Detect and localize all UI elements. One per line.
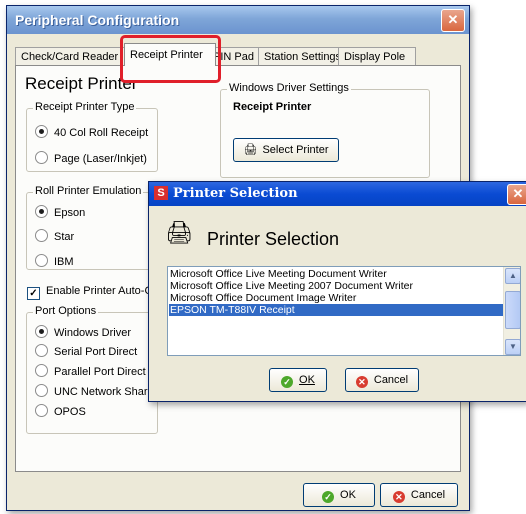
radio-icon [35, 254, 48, 267]
list-item[interactable]: Microsoft Office Live Meeting 2007 Docum… [170, 280, 413, 292]
radio-icon [35, 151, 48, 164]
radio-page-laser-inkjet[interactable]: Page (Laser/Inkjet) [35, 151, 147, 165]
dialog-cancel-button[interactable]: ✕ Cancel [345, 368, 419, 392]
list-item-selected[interactable]: EPSON TM-T88IV Receipt [169, 304, 503, 316]
check-icon: ✓ [322, 491, 335, 503]
group-label: Roll Printer Emulation [33, 185, 144, 197]
windows-driver-settings-group: Windows Driver Settings Receipt Printer … [220, 82, 430, 178]
tab-highlight-ring [120, 35, 221, 83]
radio-ibm[interactable]: IBM [35, 254, 74, 268]
radio-icon [35, 325, 48, 338]
group-label: Windows Driver Settings [227, 82, 351, 94]
check-icon: ✓ [281, 376, 294, 388]
radio-label: 40 Col Roll Receipt [54, 127, 149, 139]
group-label: Receipt Printer Type [33, 101, 137, 113]
button-label: Select Printer [262, 144, 329, 156]
tab-label: Station Settings [264, 51, 342, 63]
cancel-icon: ✕ [355, 376, 368, 388]
select-printer-button[interactable]: 🖨 Select Printer [233, 138, 339, 162]
radio-label: Serial Port Direct [54, 346, 138, 358]
scroll-down-icon[interactable]: ▼ [505, 339, 520, 355]
list-item[interactable]: Microsoft Office Live Meeting Document W… [170, 268, 387, 280]
radio-label: Page (Laser/Inkjet) [54, 153, 147, 165]
printer-selection-dialog: S Printer Selection ✕ 🖨 Printer Selectio… [148, 181, 526, 402]
button-label: OK [299, 374, 315, 386]
app-logo-icon: S [154, 186, 168, 200]
radio-icon [35, 205, 48, 218]
cancel-button[interactable]: ✕ Cancel [380, 483, 458, 507]
dialog-close-icon[interactable]: ✕ [507, 184, 526, 205]
radio-label: Windows Driver [54, 327, 132, 339]
radio-label: Epson [54, 207, 86, 219]
radio-windows-driver[interactable]: Windows Driver [35, 325, 131, 339]
list-item[interactable]: Microsoft Office Document Image Writer [170, 292, 356, 304]
radio-unc-network-share[interactable]: UNC Network Share [35, 384, 154, 398]
radio-icon [35, 229, 48, 242]
radio-icon [35, 384, 48, 397]
printer-icon: 🖨 [243, 144, 258, 156]
button-label: OK [340, 489, 356, 501]
dialog-ok-button[interactable]: ✓ OK [269, 368, 327, 392]
tab-check-card-reader[interactable]: Check/Card Reader [15, 47, 128, 66]
cancel-icon: ✕ [392, 491, 405, 503]
scroll-thumb[interactable] [505, 291, 520, 329]
radio-label: OPOS [54, 406, 86, 418]
dialog-title: Printer Selection [173, 186, 298, 201]
tab-station-settings[interactable]: Station Settings [258, 47, 350, 66]
window-title: Peripheral Configuration [15, 12, 180, 28]
scroll-up-icon[interactable]: ▲ [505, 268, 520, 284]
auto-cut-checkbox[interactable]: ✓ Enable Printer Auto-Cut [27, 285, 162, 300]
dialog-heading: Printer Selection [207, 229, 340, 249]
radio-serial-port-direct[interactable]: Serial Port Direct [35, 344, 137, 358]
radio-star[interactable]: Star [35, 229, 74, 243]
checkbox-label: Enable Printer Auto-Cut [46, 285, 162, 297]
radio-icon [35, 364, 48, 377]
radio-icon [35, 404, 48, 417]
group-label: Port Options [33, 305, 99, 317]
selected-printer-name: Receipt Printer [233, 101, 312, 113]
radio-label: IBM [54, 256, 74, 268]
radio-epson[interactable]: Epson [35, 205, 85, 219]
tab-display-pole[interactable]: Display Pole [338, 47, 416, 66]
radio-40-col-roll-receipt[interactable]: 40 Col Roll Receipt [35, 125, 148, 139]
printer-list[interactable]: Microsoft Office Live Meeting Document W… [167, 266, 521, 356]
dialog-title-bar[interactable]: S Printer Selection ✕ [149, 182, 526, 206]
close-icon[interactable]: ✕ [441, 9, 465, 32]
radio-opos[interactable]: OPOS [35, 404, 86, 418]
printer-heading-icon: 🖨 [165, 220, 193, 245]
ok-button[interactable]: ✓ OK [303, 483, 375, 507]
radio-label: Parallel Port Direct [54, 366, 146, 378]
roll-printer-emulation-group: Roll Printer Emulation Epson Star IBM [26, 185, 158, 270]
list-scrollbar[interactable]: ▲ ▼ [503, 267, 520, 355]
button-label: Cancel [410, 489, 446, 501]
button-label: Cancel [373, 374, 409, 386]
tab-label: Display Pole [344, 51, 406, 63]
tab-label: Check/Card Reader [21, 51, 119, 63]
port-options-group: Port Options Windows Driver Serial Port … [26, 305, 158, 434]
radio-label: UNC Network Share [54, 386, 154, 398]
receipt-printer-type-group: Receipt Printer Type 40 Col Roll Receipt… [26, 101, 158, 172]
checkmark-icon: ✓ [27, 287, 40, 300]
radio-icon [35, 344, 48, 357]
radio-parallel-port-direct[interactable]: Parallel Port Direct [35, 364, 146, 378]
title-bar[interactable]: Peripheral Configuration ✕ [7, 6, 469, 34]
radio-label: Star [54, 231, 75, 243]
radio-icon [35, 125, 48, 138]
